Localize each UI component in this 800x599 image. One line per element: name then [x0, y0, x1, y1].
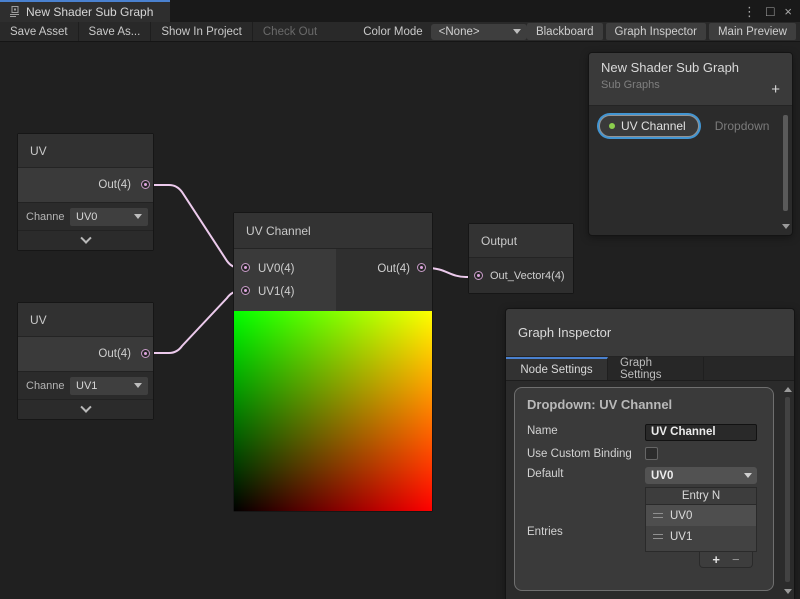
entry-row-uv1[interactable]: UV1: [645, 526, 757, 547]
node-uv-b[interactable]: UV Out(4) Channe UV1: [17, 302, 154, 420]
window-close-icon[interactable]: ×: [784, 5, 792, 18]
color-mode-value: <None>: [439, 26, 480, 38]
drag-handle-icon[interactable]: [653, 534, 663, 539]
output-port[interactable]: [141, 349, 150, 358]
default-label: Default: [527, 467, 645, 484]
blackboard-toggle-button[interactable]: Blackboard: [527, 23, 603, 40]
graph-inspector-toggle-button[interactable]: Graph Inspector: [606, 23, 706, 40]
window-maximize-icon[interactable]: □: [766, 4, 774, 18]
port-label-out: Out(4): [98, 179, 131, 191]
node-uv-a[interactable]: UV Out(4) Channe UV0: [17, 133, 154, 251]
shader-graph-window: New Shader Sub Graph ⋮ □ × Save Asset Sa…: [0, 0, 800, 599]
wire-uv0-to-uvchannel[interactable]: [145, 185, 246, 268]
dropdown-settings-card: Dropdown: UV Channel Name UV Channel Use…: [514, 387, 774, 591]
port-label-out: Out(4): [98, 348, 131, 360]
save-asset-button[interactable]: Save Asset: [0, 22, 79, 41]
input-port-uv1[interactable]: [241, 286, 250, 295]
drag-handle-icon[interactable]: [653, 513, 663, 518]
color-mode-dropdown[interactable]: <None>: [431, 24, 527, 40]
blackboard-property-row: UV Channel Dropdown: [599, 115, 782, 137]
node-title[interactable]: UV Channel: [234, 213, 432, 249]
node-output[interactable]: Output Out_Vector4(4): [468, 223, 574, 294]
main-preview-toggle-button[interactable]: Main Preview: [709, 23, 796, 40]
chevron-down-icon: [744, 473, 752, 478]
node-title[interactable]: UV: [18, 134, 153, 168]
node-title[interactable]: Output: [469, 224, 573, 258]
tab-bar: New Shader Sub Graph ⋮ □ ×: [0, 0, 800, 22]
input-port-out-vector4[interactable]: [474, 271, 483, 280]
collapse-button[interactable]: [18, 399, 153, 419]
blackboard-subtitle: Sub Graphs: [601, 79, 780, 91]
add-entry-button[interactable]: +: [712, 553, 720, 566]
entry-row-uv0[interactable]: UV0: [645, 505, 757, 526]
property-name: UV Channel: [621, 119, 686, 133]
scrollbar-thumb[interactable]: [783, 115, 788, 211]
blackboard-scrollbar[interactable]: [781, 113, 790, 231]
channel-label: Channe: [26, 380, 70, 392]
scroll-down-icon[interactable]: [782, 224, 790, 229]
wire-uv1-to-uvchannel[interactable]: [145, 291, 246, 353]
name-label: Name: [527, 424, 645, 441]
section-title: Dropdown: UV Channel: [527, 397, 761, 412]
port-label-uv0: UV0(4): [258, 263, 294, 275]
chevron-down-icon: [80, 232, 91, 243]
channel-dropdown[interactable]: UV1: [70, 377, 148, 395]
use-custom-binding-checkbox[interactable]: [645, 447, 658, 460]
chevron-down-icon: [80, 401, 91, 412]
entries-label: Entries: [527, 487, 645, 568]
name-field[interactable]: UV Channel: [645, 424, 757, 441]
chevron-down-icon: [134, 214, 142, 219]
scroll-up-icon[interactable]: [784, 387, 792, 392]
default-dropdown[interactable]: UV0: [645, 467, 757, 484]
blackboard-panel: New Shader Sub Graph Sub Graphs + UV Cha…: [588, 52, 793, 236]
tab-new-shader-sub-graph[interactable]: New Shader Sub Graph: [0, 0, 170, 22]
tab-graph-settings[interactable]: Graph Settings: [608, 357, 704, 380]
scroll-down-icon[interactable]: [784, 589, 792, 594]
tab-title: New Shader Sub Graph: [26, 5, 153, 19]
window-menu-icon[interactable]: ⋮: [743, 5, 756, 18]
entry-value: UV0: [670, 510, 692, 522]
entries-list: Entry N UV0 UV1: [645, 487, 757, 568]
graph-inspector-panel: Graph Inspector Node Settings Graph Sett…: [505, 308, 795, 599]
channel-label: Channe: [26, 211, 70, 223]
inspector-scrollbar[interactable]: [783, 385, 792, 596]
property-type: Dropdown: [715, 119, 770, 133]
channel-value: UV1: [76, 380, 97, 392]
entry-value: UV1: [670, 531, 692, 543]
port-label-out-vector4: Out_Vector4(4): [490, 270, 565, 282]
output-port[interactable]: [417, 263, 426, 272]
show-in-project-button[interactable]: Show In Project: [151, 22, 253, 41]
color-mode-label: Color Mode: [359, 26, 426, 38]
property-pill-uv-channel[interactable]: UV Channel: [599, 115, 699, 137]
subgraph-asset-icon: [8, 6, 20, 18]
check-out-button: Check Out: [253, 22, 327, 41]
node-preview-uv-gradient: [234, 311, 432, 511]
default-value: UV0: [651, 470, 673, 482]
add-property-button[interactable]: +: [771, 82, 780, 97]
remove-entry-button[interactable]: −: [732, 553, 740, 566]
save-as-button[interactable]: Save As...: [79, 22, 152, 41]
scrollbar-thumb[interactable]: [785, 397, 790, 582]
use-custom-binding-label: Use Custom Binding: [527, 447, 645, 461]
chevron-down-icon: [513, 29, 521, 34]
graph-canvas[interactable]: UV Out(4) Channe UV0 UV Out(4) Ch: [0, 42, 800, 599]
port-label-uv1: UV1(4): [258, 286, 294, 298]
output-port[interactable]: [141, 180, 150, 189]
port-label-out: Out(4): [377, 263, 410, 275]
inspector-tabs: Node Settings Graph Settings: [506, 357, 794, 381]
chevron-down-icon: [134, 383, 142, 388]
entries-header: Entry N: [645, 487, 757, 505]
node-uv-channel[interactable]: UV Channel UV0(4) UV1(4) Out(4): [233, 212, 433, 512]
node-title[interactable]: UV: [18, 303, 153, 337]
graph-toolbar: Save Asset Save As... Show In Project Ch…: [0, 22, 800, 42]
collapse-button[interactable]: [18, 230, 153, 250]
channel-value: UV0: [76, 211, 97, 223]
channel-dropdown[interactable]: UV0: [70, 208, 148, 226]
entries-list-buttons: + −: [699, 552, 753, 568]
inspector-title: Graph Inspector: [506, 309, 794, 357]
tab-node-settings[interactable]: Node Settings: [506, 357, 608, 380]
exposed-dot-icon: [609, 123, 615, 129]
blackboard-title: New Shader Sub Graph: [601, 60, 780, 75]
input-port-uv0[interactable]: [241, 263, 250, 272]
